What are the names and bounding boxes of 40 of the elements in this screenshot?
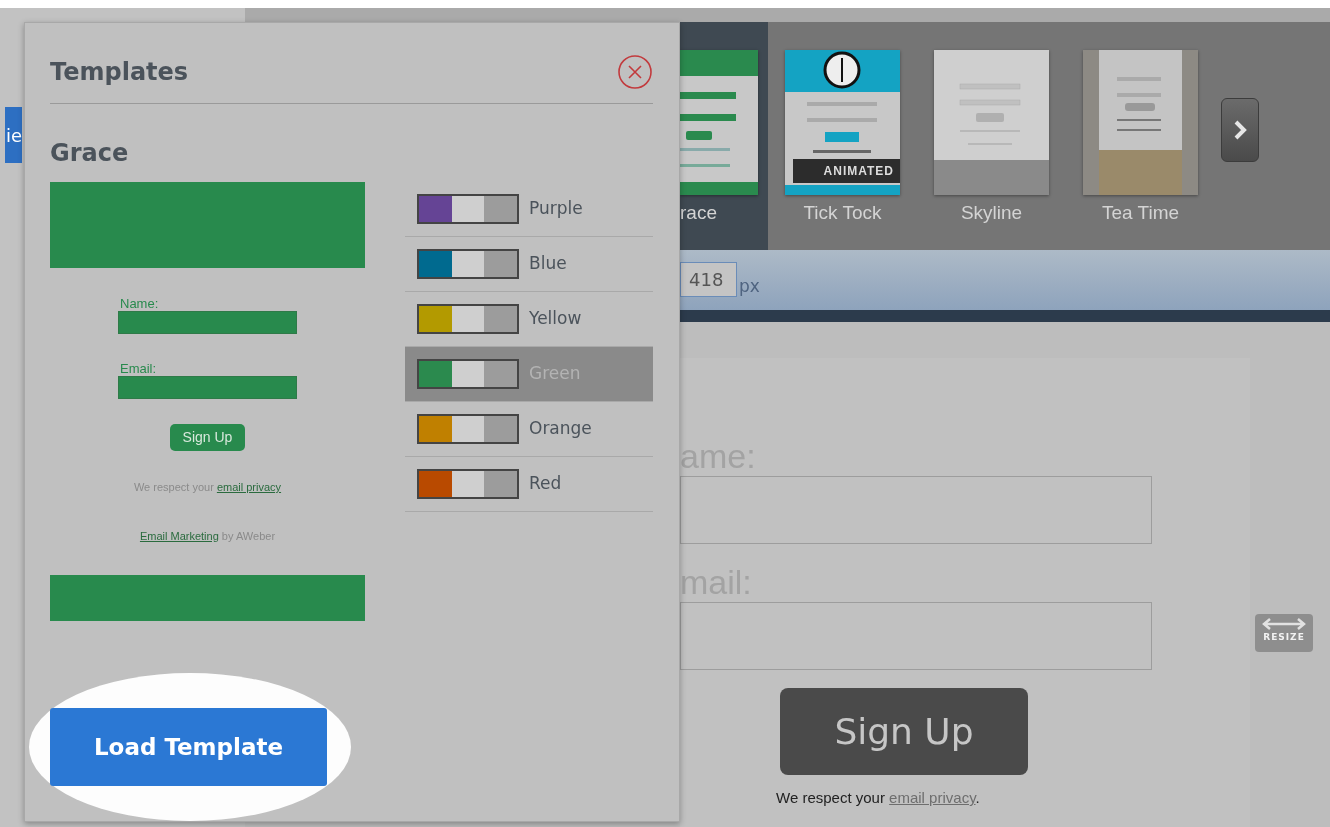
sign-up-button[interactable]: Sign Up <box>780 688 1028 775</box>
template-item[interactable]: race <box>680 22 768 250</box>
name-input[interactable] <box>680 476 1152 544</box>
privacy-link[interactable]: email privacy <box>216 481 282 493</box>
color-label: Purple <box>529 197 583 221</box>
color-option[interactable]: Orange <box>405 402 653 457</box>
load-template-button[interactable]: Load Template <box>50 708 327 786</box>
resize-arrows-icon <box>1262 617 1306 631</box>
template-name: Grace <box>50 138 130 168</box>
color-label: Red <box>529 472 562 496</box>
template-label: Skyline <box>960 201 1023 225</box>
field-label: Email: <box>120 361 157 376</box>
chevron-right-icon <box>1233 119 1247 141</box>
color-option[interactable]: Yellow <box>405 292 653 347</box>
color-option[interactable]: Purple <box>405 182 653 237</box>
email-input[interactable] <box>680 602 1152 670</box>
color-option[interactable]: Blue <box>405 237 653 292</box>
color-label: Orange <box>529 417 592 441</box>
marketing-link[interactable]: Email Marketing <box>139 529 219 542</box>
dialog-title: Templates <box>50 57 189 87</box>
privacy-link[interactable]: email privacy <box>889 789 976 806</box>
sign-up-button[interactable]: Sign Up <box>169 424 246 451</box>
color-option[interactable]: Red <box>405 457 653 512</box>
privacy-note: We respect your email privacy. <box>776 788 981 808</box>
next-button[interactable] <box>1221 98 1259 162</box>
resize-handle[interactable]: RESIZE <box>1255 614 1313 652</box>
color-label: Yellow <box>529 307 582 331</box>
color-label: Blue <box>529 252 567 276</box>
field-label: Name: <box>120 296 159 311</box>
close-button[interactable] <box>617 54 653 90</box>
template-item[interactable]: Skyline <box>917 22 1066 250</box>
template-item[interactable]: Tea Time <box>1066 22 1215 250</box>
template-label: Tick Tock <box>803 201 882 225</box>
width-field[interactable]: 418 <box>680 262 737 297</box>
sidebar-tab[interactable]: ie <box>5 107 22 163</box>
unit-label: px <box>739 275 760 298</box>
template-label: Tea Time <box>1101 201 1180 225</box>
template-item[interactable]: ANIMATED Tick Tock <box>768 22 917 250</box>
animated-ribbon: ANIMATED <box>793 159 900 183</box>
template-label: race <box>680 201 717 225</box>
